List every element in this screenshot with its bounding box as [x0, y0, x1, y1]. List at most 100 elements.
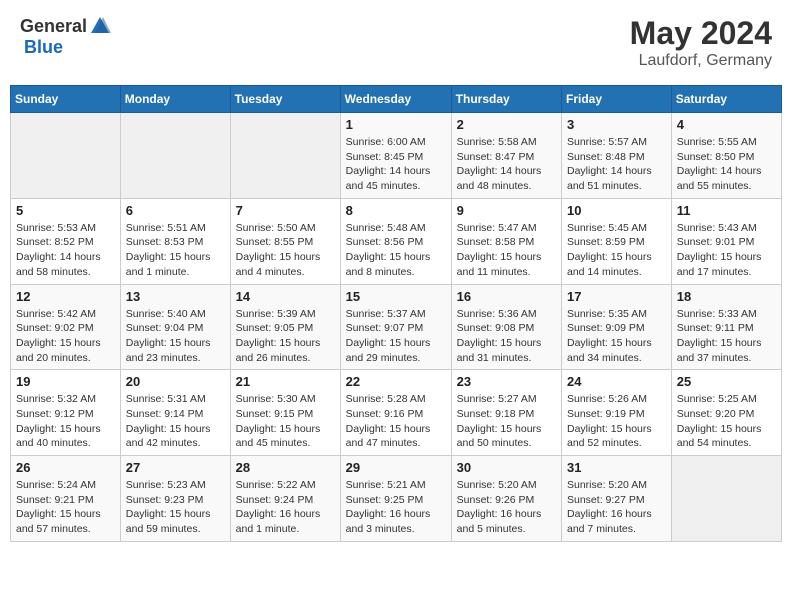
- day-info: Sunrise: 5:20 AM Sunset: 9:27 PM Dayligh…: [567, 478, 666, 537]
- calendar-week-4: 19 Sunrise: 5:32 AM Sunset: 9:12 PM Dayli…: [11, 370, 782, 456]
- day-info: Sunrise: 5:21 AM Sunset: 9:25 PM Dayligh…: [346, 478, 446, 537]
- day-number: 6: [126, 203, 225, 218]
- calendar-cell: 22 Sunrise: 5:28 AM Sunset: 9:16 PM Dayli…: [340, 370, 451, 456]
- column-header-monday: Monday: [120, 86, 230, 113]
- calendar-cell: 23 Sunrise: 5:27 AM Sunset: 9:18 PM Dayli…: [451, 370, 561, 456]
- day-info: Sunrise: 5:32 AM Sunset: 9:12 PM Dayligh…: [16, 392, 115, 451]
- calendar-cell: 26Sunrise: 5:24 AM Sunset: 9:21 PM Dayli…: [11, 456, 121, 542]
- calendar-cell: 11Sunrise: 5:43 AM Sunset: 9:01 PM Dayli…: [671, 198, 781, 284]
- day-info: Sunrise: 5:51 AM Sunset: 8:53 PM Dayligh…: [126, 221, 225, 280]
- page-header: General Blue May 2024 Laufdorf, Germany: [10, 10, 782, 75]
- day-info: Sunrise: 5:50 AM Sunset: 8:55 PM Dayligh…: [236, 221, 335, 280]
- calendar-table: SundayMondayTuesdayWednesdayThursdayFrid…: [10, 85, 782, 542]
- day-number: 23: [457, 374, 556, 389]
- day-number: 28: [236, 460, 335, 475]
- day-number: 20: [126, 374, 225, 389]
- day-info: Sunrise: 5:28 AM Sunset: 9:16 PM Dayligh…: [346, 392, 446, 451]
- calendar-cell: 9 Sunrise: 5:47 AM Sunset: 8:58 PM Daylig…: [451, 198, 561, 284]
- column-header-tuesday: Tuesday: [230, 86, 340, 113]
- logo-blue: Blue: [24, 37, 63, 58]
- day-number: 27: [126, 460, 225, 475]
- day-info: Sunrise: 5:22 AM Sunset: 9:24 PM Dayligh…: [236, 478, 335, 537]
- day-info: Sunrise: 5:20 AM Sunset: 9:26 PM Dayligh…: [457, 478, 556, 537]
- day-number: 29: [346, 460, 446, 475]
- day-number: 8: [346, 203, 446, 218]
- calendar-cell: 2 Sunrise: 5:58 AM Sunset: 8:47 PM Daylig…: [451, 113, 561, 199]
- day-info: Sunrise: 5:55 AM Sunset: 8:50 PM Dayligh…: [677, 135, 776, 194]
- calendar-cell: 10 Sunrise: 5:45 AM Sunset: 8:59 PM Dayli…: [562, 198, 672, 284]
- day-info: Sunrise: 5:48 AM Sunset: 8:56 PM Dayligh…: [346, 221, 446, 280]
- calendar-cell: [671, 456, 781, 542]
- day-number: 2: [457, 117, 556, 132]
- title-block: May 2024 Laufdorf, Germany: [630, 15, 772, 70]
- day-info: Sunrise: 5:53 AM Sunset: 8:52 PM Dayligh…: [16, 221, 115, 280]
- calendar-cell: 27Sunrise: 5:23 AM Sunset: 9:23 PM Dayli…: [120, 456, 230, 542]
- logo-general: General: [20, 16, 87, 37]
- calendar-week-5: 26Sunrise: 5:24 AM Sunset: 9:21 PM Dayli…: [11, 456, 782, 542]
- day-info: Sunrise: 5:45 AM Sunset: 8:59 PM Dayligh…: [567, 221, 666, 280]
- calendar-cell: 1 Sunrise: 6:00 AM Sunset: 8:45 PM Daylig…: [340, 113, 451, 199]
- calendar-cell: 31 Sunrise: 5:20 AM Sunset: 9:27 PM Dayli…: [562, 456, 672, 542]
- day-number: 19: [16, 374, 115, 389]
- day-info: Sunrise: 5:37 AM Sunset: 9:07 PM Dayligh…: [346, 307, 446, 366]
- day-info: Sunrise: 5:30 AM Sunset: 9:15 PM Dayligh…: [236, 392, 335, 451]
- calendar-cell: 16Sunrise: 5:36 AM Sunset: 9:08 PM Dayli…: [451, 284, 561, 370]
- day-number: 1: [346, 117, 446, 132]
- calendar-cell: 15 Sunrise: 5:37 AM Sunset: 9:07 PM Dayli…: [340, 284, 451, 370]
- day-info: Sunrise: 5:57 AM Sunset: 8:48 PM Dayligh…: [567, 135, 666, 194]
- day-number: 3: [567, 117, 666, 132]
- column-header-wednesday: Wednesday: [340, 86, 451, 113]
- column-header-sunday: Sunday: [11, 86, 121, 113]
- day-info: Sunrise: 5:39 AM Sunset: 9:05 PM Dayligh…: [236, 307, 335, 366]
- calendar-cell: 20 Sunrise: 5:31 AM Sunset: 9:14 PM Dayli…: [120, 370, 230, 456]
- day-info: Sunrise: 5:33 AM Sunset: 9:11 PM Dayligh…: [677, 307, 776, 366]
- day-info: Sunrise: 5:35 AM Sunset: 9:09 PM Dayligh…: [567, 307, 666, 366]
- day-info: Sunrise: 5:36 AM Sunset: 9:08 PM Dayligh…: [457, 307, 556, 366]
- calendar-cell: 12Sunrise: 5:42 AM Sunset: 9:02 PM Dayli…: [11, 284, 121, 370]
- calendar-cell: 7 Sunrise: 5:50 AM Sunset: 8:55 PM Daylig…: [230, 198, 340, 284]
- calendar-cell: 5 Sunrise: 5:53 AM Sunset: 8:52 PM Daylig…: [11, 198, 121, 284]
- calendar-cell: 24Sunrise: 5:26 AM Sunset: 9:19 PM Dayli…: [562, 370, 672, 456]
- day-number: 22: [346, 374, 446, 389]
- day-info: Sunrise: 5:31 AM Sunset: 9:14 PM Dayligh…: [126, 392, 225, 451]
- day-number: 9: [457, 203, 556, 218]
- calendar-cell: 13Sunrise: 5:40 AM Sunset: 9:04 PM Dayli…: [120, 284, 230, 370]
- calendar-cell: 4 Sunrise: 5:55 AM Sunset: 8:50 PM Daylig…: [671, 113, 781, 199]
- logo-icon: [89, 15, 111, 37]
- calendar-cell: 18 Sunrise: 5:33 AM Sunset: 9:11 PM Dayli…: [671, 284, 781, 370]
- day-number: 21: [236, 374, 335, 389]
- day-number: 31: [567, 460, 666, 475]
- calendar-week-2: 5 Sunrise: 5:53 AM Sunset: 8:52 PM Daylig…: [11, 198, 782, 284]
- day-number: 10: [567, 203, 666, 218]
- calendar-cell: 8 Sunrise: 5:48 AM Sunset: 8:56 PM Daylig…: [340, 198, 451, 284]
- day-number: 4: [677, 117, 776, 132]
- column-header-friday: Friday: [562, 86, 672, 113]
- calendar-cell: 30Sunrise: 5:20 AM Sunset: 9:26 PM Dayli…: [451, 456, 561, 542]
- calendar-cell: 3 Sunrise: 5:57 AM Sunset: 8:48 PM Daylig…: [562, 113, 672, 199]
- calendar-cell: 6 Sunrise: 5:51 AM Sunset: 8:53 PM Daylig…: [120, 198, 230, 284]
- calendar-cell: [120, 113, 230, 199]
- day-number: 11: [677, 203, 776, 218]
- calendar-cell: 21 Sunrise: 5:30 AM Sunset: 9:15 PM Dayli…: [230, 370, 340, 456]
- column-header-saturday: Saturday: [671, 86, 781, 113]
- day-info: Sunrise: 6:00 AM Sunset: 8:45 PM Dayligh…: [346, 135, 446, 194]
- day-number: 5: [16, 203, 115, 218]
- calendar-week-3: 12Sunrise: 5:42 AM Sunset: 9:02 PM Dayli…: [11, 284, 782, 370]
- day-info: Sunrise: 5:47 AM Sunset: 8:58 PM Dayligh…: [457, 221, 556, 280]
- day-info: Sunrise: 5:58 AM Sunset: 8:47 PM Dayligh…: [457, 135, 556, 194]
- day-info: Sunrise: 5:25 AM Sunset: 9:20 PM Dayligh…: [677, 392, 776, 451]
- calendar-cell: 29 Sunrise: 5:21 AM Sunset: 9:25 PM Dayli…: [340, 456, 451, 542]
- day-number: 25: [677, 374, 776, 389]
- day-number: 7: [236, 203, 335, 218]
- day-info: Sunrise: 5:27 AM Sunset: 9:18 PM Dayligh…: [457, 392, 556, 451]
- calendar-week-1: 1 Sunrise: 6:00 AM Sunset: 8:45 PM Daylig…: [11, 113, 782, 199]
- day-number: 14: [236, 289, 335, 304]
- calendar-cell: 14 Sunrise: 5:39 AM Sunset: 9:05 PM Dayli…: [230, 284, 340, 370]
- calendar-cell: 19 Sunrise: 5:32 AM Sunset: 9:12 PM Dayli…: [11, 370, 121, 456]
- day-number: 13: [126, 289, 225, 304]
- day-number: 18: [677, 289, 776, 304]
- logo: General Blue: [20, 15, 113, 58]
- day-number: 15: [346, 289, 446, 304]
- calendar-cell: 25 Sunrise: 5:25 AM Sunset: 9:20 PM Dayli…: [671, 370, 781, 456]
- column-header-thursday: Thursday: [451, 86, 561, 113]
